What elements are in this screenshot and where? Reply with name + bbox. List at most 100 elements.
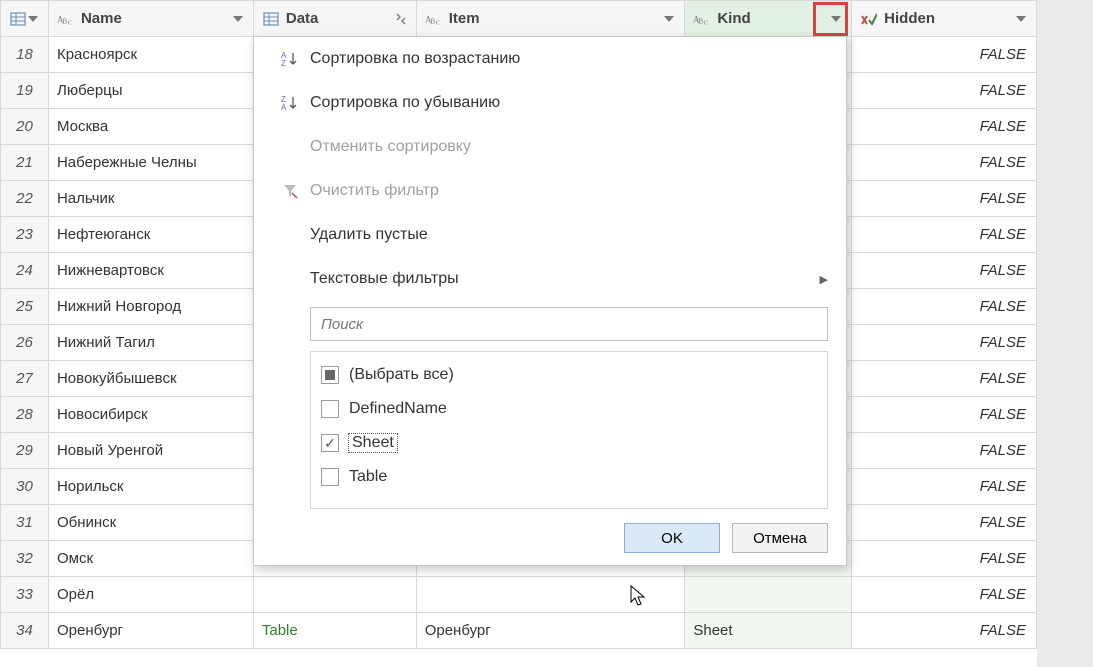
cell-name[interactable]: Нижний Тагил (48, 325, 253, 361)
cell-name[interactable]: Набережные Челны (48, 145, 253, 181)
cell-hidden[interactable]: FALSE (852, 145, 1037, 181)
sort-descending[interactable]: ZA Сортировка по убыванию (254, 81, 846, 125)
filter-search-input[interactable] (310, 307, 828, 341)
sort-asc-icon: AZ (276, 50, 304, 68)
filter-button-item[interactable] (658, 8, 680, 30)
filter-button-hidden[interactable] (1010, 8, 1032, 30)
text-filters[interactable]: Текстовые фильтры ▶ (254, 257, 846, 301)
svg-text:B: B (699, 17, 704, 25)
filter-values-list: (Выбрать все) DefinedName Sheet Table (310, 351, 828, 509)
clear-filter-icon (276, 183, 304, 199)
checkbox-unchecked-icon (321, 400, 339, 418)
ok-button[interactable]: OK (624, 523, 720, 553)
svg-text:C: C (436, 19, 440, 26)
svg-text:A: A (281, 103, 287, 112)
row-number: 26 (1, 325, 49, 361)
row-number: 31 (1, 505, 49, 541)
cell-hidden[interactable]: FALSE (852, 397, 1037, 433)
cell-name[interactable]: Новый Уренгой (48, 433, 253, 469)
cell-hidden[interactable]: FALSE (852, 253, 1037, 289)
filter-button-index[interactable] (22, 8, 44, 30)
cell-hidden[interactable]: FALSE (852, 613, 1037, 649)
header-label: Kind (717, 10, 750, 27)
cell-name[interactable]: Люберцы (48, 73, 253, 109)
filter-select-all[interactable]: (Выбрать все) (321, 358, 817, 392)
label: Сортировка по возрастанию (310, 50, 828, 68)
row-number: 18 (1, 37, 49, 73)
label: Очистить фильтр (310, 182, 828, 200)
cell-name[interactable]: Москва (48, 109, 253, 145)
filter-button-bar: OK Отмена (254, 523, 828, 553)
label: Текстовые фильтры (310, 270, 820, 288)
cell-data[interactable]: Table (253, 613, 416, 649)
cell-hidden[interactable]: FALSE (852, 433, 1037, 469)
cell-name[interactable]: Орёл (48, 577, 253, 613)
row-number: 34 (1, 613, 49, 649)
cell-hidden[interactable]: FALSE (852, 505, 1037, 541)
svg-text:C: C (68, 19, 72, 26)
cell-hidden[interactable]: FALSE (852, 109, 1037, 145)
cell-name[interactable]: Нальчик (48, 181, 253, 217)
svg-text:C: C (704, 19, 708, 26)
table-row[interactable]: 33Орёл FALSE (1, 577, 1037, 613)
row-number: 25 (1, 289, 49, 325)
cell-hidden[interactable]: FALSE (852, 541, 1037, 577)
row-number: 27 (1, 361, 49, 397)
header-label: Data (286, 10, 319, 27)
cell-hidden[interactable]: FALSE (852, 289, 1037, 325)
header-item[interactable]: ABC Item (416, 1, 685, 37)
label: Table (349, 468, 387, 486)
cancel-button[interactable]: Отмена (732, 523, 828, 553)
remove-empty[interactable]: Удалить пустые (254, 213, 846, 257)
header-kind[interactable]: ABC Kind (685, 1, 852, 37)
cell-item[interactable]: Оренбург (416, 613, 685, 649)
table-row[interactable]: 34ОренбургTableОренбургSheetFALSE (1, 613, 1037, 649)
header-hidden[interactable]: Hidden (852, 1, 1037, 37)
header-data[interactable]: Data (253, 1, 416, 37)
checkbox-checked-icon (321, 434, 339, 452)
row-number: 20 (1, 109, 49, 145)
cell-hidden[interactable]: FALSE (852, 361, 1037, 397)
cell-hidden[interactable]: FALSE (852, 73, 1037, 109)
cell-hidden[interactable]: FALSE (852, 325, 1037, 361)
cell-name[interactable]: Норильск (48, 469, 253, 505)
cell-name[interactable]: Нижневартовск (48, 253, 253, 289)
label: Sheet (349, 434, 397, 452)
header-index[interactable] (1, 1, 49, 37)
cell-name[interactable]: Новокуйбышевск (48, 361, 253, 397)
row-number: 33 (1, 577, 49, 613)
cell-kind[interactable] (685, 577, 852, 613)
filter-option[interactable]: DefinedName (321, 392, 817, 426)
sort-desc-icon: ZA (276, 94, 304, 112)
text-type-icon: ABC (693, 10, 711, 28)
cell-kind[interactable]: Sheet (685, 613, 852, 649)
cell-data[interactable] (253, 577, 416, 613)
sort-ascending[interactable]: AZ Сортировка по возрастанию (254, 37, 846, 81)
expand-button-data[interactable] (390, 8, 412, 30)
cell-name[interactable]: Омск (48, 541, 253, 577)
cell-name[interactable]: Нефтеюганск (48, 217, 253, 253)
cell-hidden[interactable]: FALSE (852, 37, 1037, 73)
header-name[interactable]: ABC Name (48, 1, 253, 37)
cell-hidden[interactable]: FALSE (852, 181, 1037, 217)
filter-option[interactable]: Table (321, 460, 817, 494)
cell-name[interactable]: Оренбург (48, 613, 253, 649)
cell-hidden[interactable]: FALSE (852, 469, 1037, 505)
cell-name[interactable]: Красноярск (48, 37, 253, 73)
row-number: 28 (1, 397, 49, 433)
text-type-icon: ABC (425, 10, 443, 28)
row-number: 32 (1, 541, 49, 577)
cell-hidden[interactable]: FALSE (852, 217, 1037, 253)
filter-button-kind[interactable] (825, 8, 847, 30)
right-gutter (1037, 0, 1093, 667)
cell-name[interactable]: Обнинск (48, 505, 253, 541)
cell-name[interactable]: Нижний Новгород (48, 289, 253, 325)
submenu-arrow-icon: ▶ (820, 273, 828, 286)
svg-text:B: B (62, 17, 67, 25)
cell-item[interactable] (416, 577, 685, 613)
checkbox-unchecked-icon (321, 468, 339, 486)
cell-hidden[interactable]: FALSE (852, 577, 1037, 613)
cell-name[interactable]: Новосибирск (48, 397, 253, 433)
filter-button-name[interactable] (227, 8, 249, 30)
filter-option[interactable]: Sheet (321, 426, 817, 460)
